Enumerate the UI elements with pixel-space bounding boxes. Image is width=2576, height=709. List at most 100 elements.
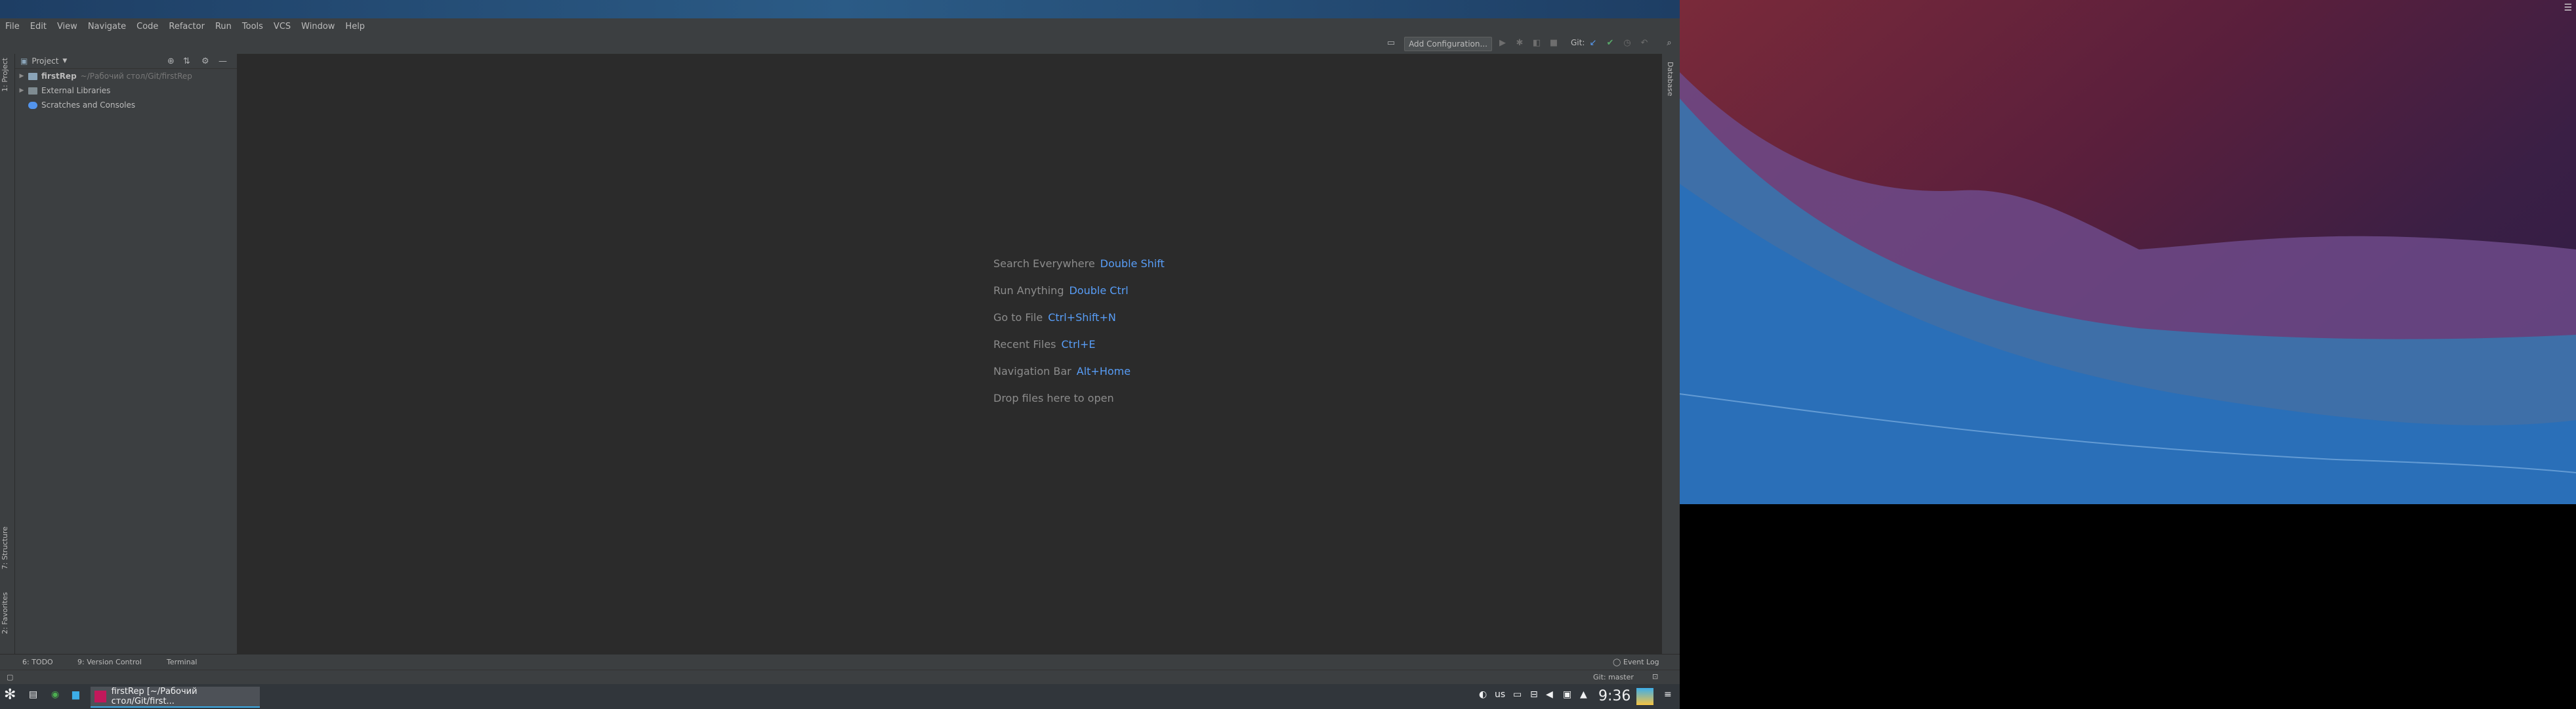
desktop-empty-area <box>1680 504 2576 709</box>
clipboard-icon[interactable]: ▣ <box>1563 689 1571 700</box>
lock-icon[interactable]: ⊡ <box>1652 672 1658 681</box>
tree-item-label: firstRep <box>41 72 77 81</box>
hint-shortcut: Double Ctrl <box>1069 284 1129 297</box>
tab-favorites[interactable]: 2: Favorites <box>1 592 9 634</box>
hint-label: Run Anything <box>993 284 1064 297</box>
tab-version-control[interactable]: 9: Version Control <box>77 658 142 666</box>
git-commit-icon[interactable]: ✔ <box>1605 38 1615 49</box>
pager-icon[interactable]: ▤ <box>29 689 37 700</box>
menu-code[interactable]: Code <box>131 22 163 32</box>
git-branch-widget[interactable]: Git: master <box>1593 673 1634 681</box>
git-rollback-icon[interactable]: ↶ <box>1639 38 1650 49</box>
locate-icon[interactable]: ⊕ <box>167 56 175 66</box>
git-update-icon[interactable]: ↙ <box>1588 38 1598 49</box>
tree-item-label: Scratches and Consoles <box>41 100 136 110</box>
collapse-all-icon[interactable]: ⇅ <box>183 56 190 66</box>
tray-expand-icon[interactable]: ▲ <box>1580 689 1587 700</box>
title-bar <box>0 0 1680 18</box>
display-icon[interactable]: ▭ <box>1513 689 1522 700</box>
hint-shortcut: Ctrl+Shift+N <box>1048 311 1116 324</box>
steam-icon[interactable]: ◐ <box>1479 689 1487 700</box>
tab-terminal[interactable]: Terminal <box>167 658 197 666</box>
clock[interactable]: 9:36 <box>1598 688 1631 704</box>
menu-tools[interactable]: Tools <box>237 22 268 32</box>
wallpaper-art <box>1680 72 2576 504</box>
hint-shortcut: Ctrl+E <box>1061 338 1096 351</box>
editor-area[interactable]: Search Everywhere Double Shift Run Anythi… <box>238 54 1660 654</box>
right-tool-strip: Database <box>1661 54 1680 654</box>
event-log-icon: ◯ <box>1613 658 1621 666</box>
desktop-menu-icon[interactable]: ☰ <box>2564 3 2572 13</box>
hint-label: Navigation Bar <box>993 365 1071 377</box>
tab-project[interactable]: 1: Project <box>1 58 9 92</box>
tree-item-external-libraries[interactable]: ▶ External Libraries <box>15 83 237 98</box>
menu-icon[interactable]: ≡ <box>1664 689 1672 700</box>
project-panel-header: ▣ Project ▼ ⊕ ⇅ ⚙ — <box>15 54 237 69</box>
app-launcher-icon[interactable]: ✻ <box>4 687 16 703</box>
gear-icon[interactable]: ⚙ <box>201 56 209 66</box>
tab-event-log[interactable]: Event Log <box>1623 658 1659 666</box>
intellij-icon <box>94 691 106 702</box>
panel-toggle-icon[interactable]: ▢ <box>7 673 13 681</box>
scratches-icon <box>28 101 37 109</box>
hint-go-to-file: Go to File Ctrl+Shift+N <box>993 311 1116 324</box>
menu-navigate[interactable]: Navigate <box>83 22 131 32</box>
task-firstrep[interactable]: firstRep [~/Рабочий стол/Git/first... <box>91 687 260 708</box>
hide-icon[interactable]: — <box>218 56 227 66</box>
project-view-selector[interactable]: Project <box>31 56 58 66</box>
hint-recent-files: Recent Files Ctrl+E <box>993 338 1095 351</box>
git-history-icon[interactable]: ◷ <box>1622 38 1632 49</box>
hint-navigation-bar: Navigation Bar Alt+Home <box>993 365 1131 377</box>
git-label: Git: <box>1571 38 1585 47</box>
project-panel-icon: ▣ <box>20 56 28 66</box>
folder-icon <box>28 72 37 80</box>
run-icon[interactable]: ▶ <box>1497 38 1508 49</box>
hint-drop-files: Drop files here to open <box>993 392 1114 404</box>
ide-window: File Edit View Navigate Code Refactor Ru… <box>0 0 1680 689</box>
menu-run[interactable]: Run <box>210 22 237 32</box>
hint-label: Recent Files <box>993 338 1056 351</box>
keyboard-layout[interactable]: us <box>1495 689 1505 700</box>
add-configuration-button[interactable]: Add Configuration... <box>1404 37 1492 51</box>
hint-shortcut: Double Shift <box>1100 257 1165 270</box>
menu-vcs[interactable]: VCS <box>268 22 296 32</box>
weather-icon[interactable] <box>1636 688 1653 705</box>
stop-icon[interactable]: ■ <box>1548 38 1559 49</box>
lock-tray-icon[interactable]: ⊟ <box>1530 689 1538 700</box>
task-label: firstRep [~/Рабочий стол/Git/first... <box>111 687 197 706</box>
layout-icon[interactable]: ▭ <box>1386 38 1396 49</box>
menu-view[interactable]: View <box>52 22 83 32</box>
status-bar: ▢ Git: master ⊡ <box>0 670 1680 685</box>
desktop-wallpaper: ☰ <box>1680 0 2576 504</box>
hint-label: Search Everywhere <box>993 257 1095 270</box>
left-tool-strip: 1: Project 7: Structure 2: Favorites <box>0 54 15 662</box>
hint-run-anything: Run Anything Double Ctrl <box>993 284 1129 297</box>
menu-file[interactable]: File <box>0 22 25 32</box>
hint-search-everywhere: Search Everywhere Double Shift <box>993 257 1165 270</box>
menu-edit[interactable]: Edit <box>25 22 52 32</box>
project-panel: ▣ Project ▼ ⊕ ⇅ ⚙ — ▶ firstRep ~/Рабочий… <box>15 54 237 654</box>
menu-bar: File Edit View Navigate Code Refactor Ru… <box>0 18 1680 34</box>
hint-label: Go to File <box>993 311 1043 324</box>
menu-refactor[interactable]: Refactor <box>163 22 210 32</box>
volume-icon[interactable]: ◀ <box>1546 689 1553 700</box>
expand-arrow-icon[interactable]: ▶ <box>18 87 26 94</box>
tab-todo[interactable]: 6: TODO <box>22 658 53 666</box>
file-manager-icon[interactable]: ▆ <box>72 689 79 700</box>
hint-shortcut: Alt+Home <box>1076 365 1131 377</box>
debug-icon[interactable]: ✱ <box>1514 38 1525 49</box>
tree-item-path: ~/Рабочий стол/Git/firstRep <box>80 72 192 81</box>
expand-arrow-icon[interactable]: ▶ <box>18 73 26 79</box>
tab-database[interactable]: Database <box>1666 62 1674 97</box>
chevron-down-icon[interactable]: ▼ <box>62 58 67 64</box>
library-icon <box>28 87 37 95</box>
search-icon[interactable]: ⌕ <box>1664 38 1674 49</box>
menu-help[interactable]: Help <box>340 22 370 32</box>
browser-icon[interactable]: ◉ <box>51 689 59 700</box>
tab-structure[interactable]: 7: Structure <box>1 526 9 569</box>
menu-window[interactable]: Window <box>296 22 340 32</box>
coverage-icon[interactable]: ◧ <box>1531 38 1542 49</box>
tree-item-scratches[interactable]: Scratches and Consoles <box>15 98 237 112</box>
tree-item-firstrep[interactable]: ▶ firstRep ~/Рабочий стол/Git/firstRep <box>15 69 237 83</box>
bottom-tool-strip: 6: TODO 9: Version Control Terminal ◯ Ev… <box>0 654 1680 670</box>
